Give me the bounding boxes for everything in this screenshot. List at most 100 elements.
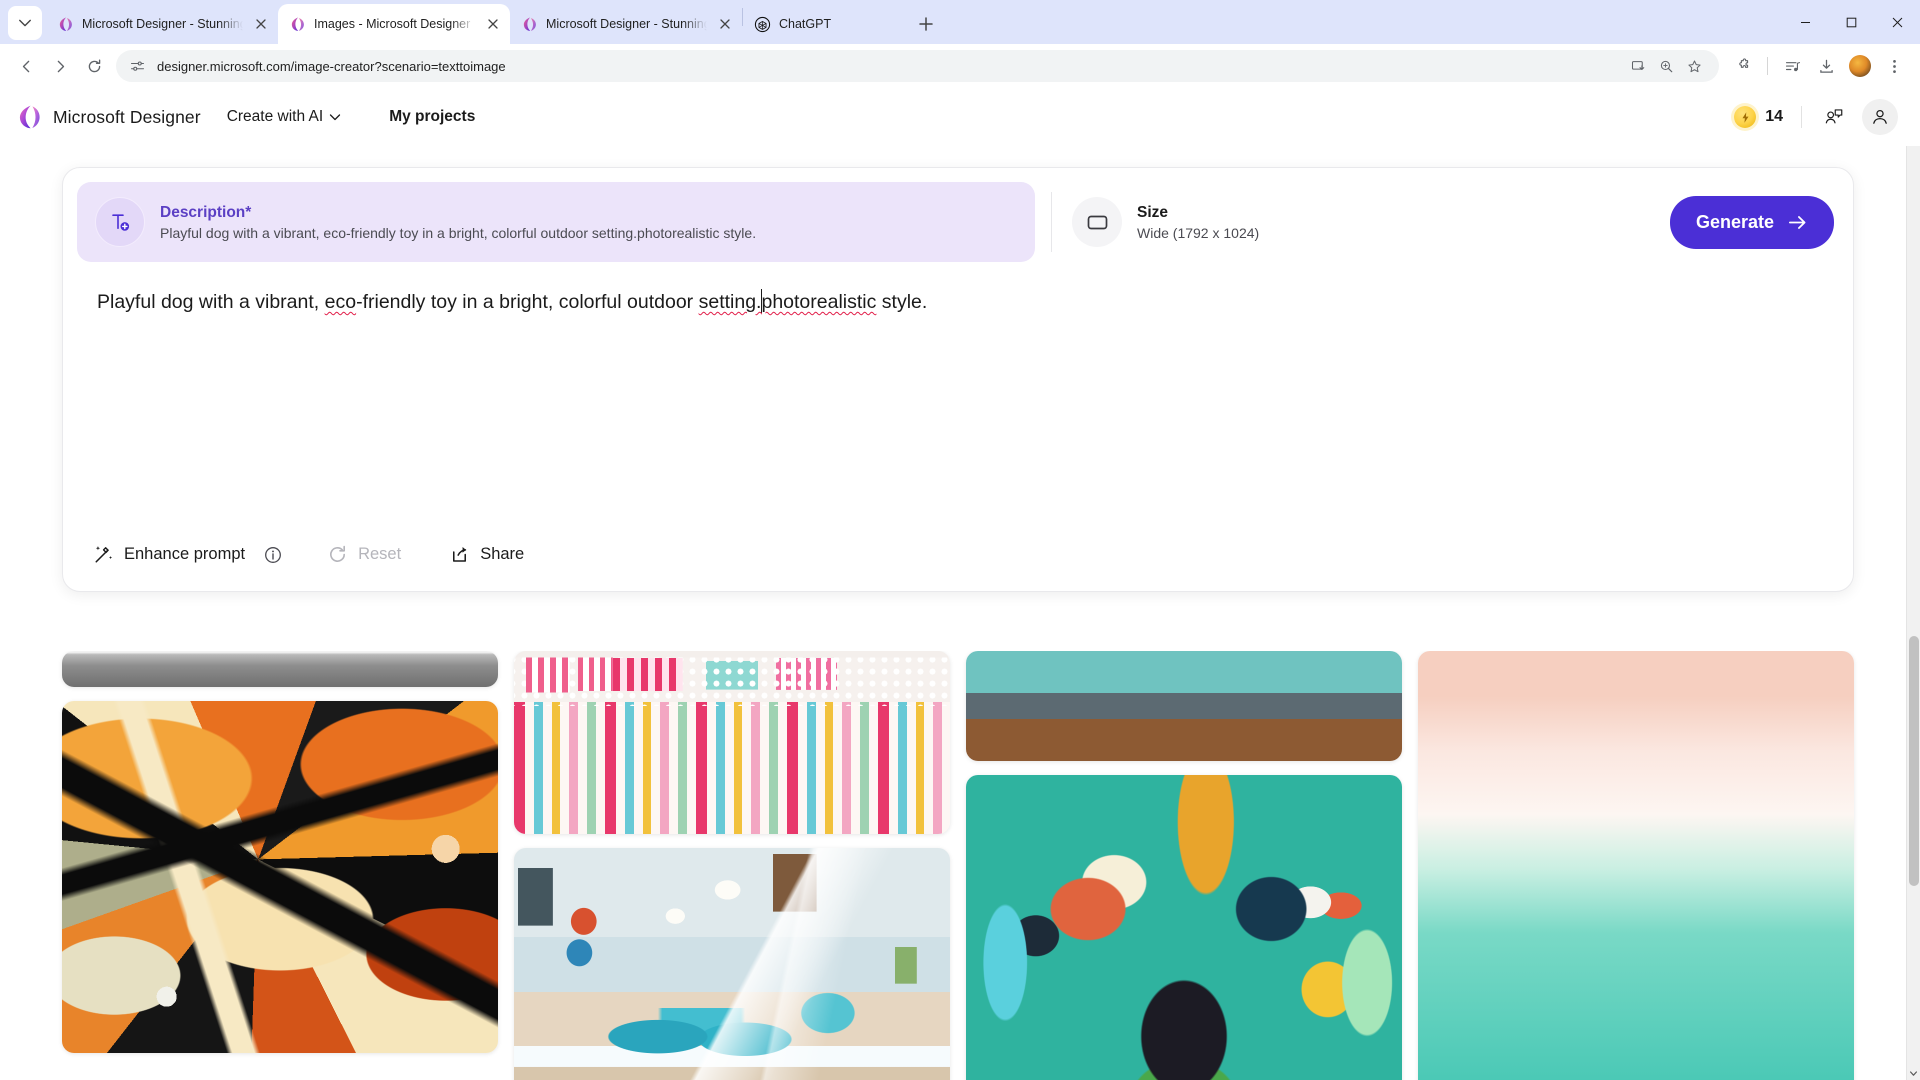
brand-name: Microsoft Designer [53,106,201,127]
close-icon[interactable] [251,15,270,34]
prompt-editor[interactable]: Playful dog with a vibrant, eco-friendly… [97,289,1831,519]
prompt-segment-1-misspelled: eco [324,291,357,313]
gallery-column-2 [514,651,950,1080]
zoom-search-icon[interactable] [1653,53,1679,79]
tune-icon[interactable] [126,55,148,77]
enhance-prompt-button[interactable]: Enhance prompt [83,536,255,573]
scroll-down-arrow[interactable] [1907,1066,1920,1080]
header-right: 14 [1734,99,1898,135]
new-tab-button[interactable] [911,9,941,39]
close-icon[interactable] [483,15,502,34]
description-text: Description* Playful dog with a vibrant,… [160,204,756,241]
browser-tabstrip: Microsoft Designer - Stunning Images - M… [0,0,1920,44]
browser-tab-2[interactable]: Images - Microsoft Designer [278,4,510,44]
reset-label: Reset [358,545,402,563]
panel-divider [1051,192,1052,252]
size-text: Size Wide (1792 x 1024) [1137,204,1259,241]
image-gallery [0,651,1906,1080]
magic-wand-icon [95,546,113,563]
coin-lightning-icon [1734,106,1757,128]
aspect-ratio-wide-icon [1072,197,1122,247]
close-icon[interactable] [715,15,734,34]
generate-button-label: Generate [1695,211,1774,232]
gallery-tile-scuba-diver-scene[interactable] [1418,651,1854,1080]
minimize-button[interactable] [1782,0,1828,44]
gallery-tile-home-gym-dumbbell[interactable] [514,848,950,1080]
info-circle-icon[interactable] [257,539,289,571]
gallery-tile-grey-card-partial[interactable] [62,651,498,687]
chevron-down-icon [19,19,31,27]
extensions-puzzle-icon[interactable] [1727,50,1759,82]
downloads-icon[interactable] [1810,50,1842,82]
window-controls [1782,0,1920,44]
browser-chrome: Microsoft Designer - Stunning Images - M… [0,0,1920,88]
size-block[interactable]: Size Wide (1792 x 1024) Generate [1072,182,1839,262]
close-window-button[interactable] [1874,0,1920,44]
plus-icon [919,17,933,31]
browser-tab-4[interactable]: ChatGPT [743,4,903,44]
nav-label: Create with AI [226,108,324,125]
page-scroll-area: Description* Playful dog with a vibrant,… [0,146,1906,1080]
install-app-icon[interactable] [1625,53,1651,79]
arrow-right-icon [1788,215,1806,229]
address-bar-actions [1625,53,1707,79]
chevron-down-icon [330,114,341,121]
reset-button[interactable]: Reset [317,536,411,573]
account-person-icon[interactable] [1862,99,1898,135]
share-icon [453,547,467,562]
gallery-tile-pastel-striped-gifts[interactable] [514,651,950,834]
size-value: Wide (1792 x 1024) [1137,224,1260,241]
description-label: Description* [160,203,252,221]
gallery-tile-tropical-birds-portrait[interactable] [966,775,1402,1080]
reset-refresh-icon [330,545,346,562]
app-header: Microsoft Designer Create with AI My pro… [0,88,1920,146]
share-button[interactable]: Share [439,536,534,573]
nav-my-projects[interactable]: My projects [379,101,485,133]
browser-tab-3[interactable]: Microsoft Designer - Stunning [510,4,742,44]
tab-title: Microsoft Designer - Stunning [546,17,707,31]
prompt-segment-0: Playful dog with a vibrant, [97,291,325,313]
tab-title: ChatGPT [779,17,832,31]
nav-create-with-ai[interactable]: Create with AI [217,101,352,133]
prompt-segment-5: style. [876,291,928,313]
designer-icon [289,16,306,33]
maximize-button[interactable] [1828,0,1874,44]
tab-search-button[interactable] [8,6,42,40]
credits-badge[interactable]: 14 [1734,106,1797,128]
generate-button[interactable]: Generate [1669,195,1834,249]
scrollbar-thumb[interactable] [1909,636,1919,886]
credit-count: 14 [1765,108,1783,125]
designer-icon [521,16,538,33]
vertical-scrollbar[interactable] [1906,88,1920,1080]
header-divider [1801,106,1802,128]
forward-arrow-icon[interactable] [44,50,76,82]
prompt-segment-2: -friendly toy in a bright, colorful outd… [356,291,699,313]
browser-tab-1[interactable]: Microsoft Designer - Stunning [46,4,278,44]
star-icon[interactable] [1681,53,1707,79]
reload-icon[interactable] [78,50,110,82]
three-dot-menu-icon[interactable] [1878,50,1910,82]
address-bar[interactable]: designer.microsoft.com/image-creator?sce… [116,50,1719,82]
designer-icon [57,16,74,33]
gallery-column-4 [1418,651,1854,1080]
prompt-actions: Enhance prompt Reset Share [83,536,534,573]
brand[interactable]: Microsoft Designer [16,104,201,130]
gallery-tile-abstract-cubist-art[interactable] [62,701,498,1053]
browser-toolbar: designer.microsoft.com/image-creator?sce… [0,44,1920,88]
size-label: Size [1137,203,1169,221]
gallery-column-1 [62,651,498,1080]
back-arrow-icon[interactable] [10,50,42,82]
media-music-icon[interactable] [1776,50,1808,82]
feedback-chat-icon[interactable] [1816,99,1852,135]
prompt-segment-4-misspelled: photorealistic [761,291,877,313]
prompt-panel-header: Description* Playful dog with a vibrant,… [77,182,1839,262]
gallery-tile-dumpling-kitchen-scene[interactable] [966,651,1402,761]
profile-avatar[interactable] [1844,50,1876,82]
page-content: Microsoft Designer Create with AI My pro… [0,88,1920,1080]
designer-logo-icon [16,104,42,130]
description-value: Playful dog with a vibrant, eco-friendly… [160,224,757,241]
tab-title: Microsoft Designer - Stunning [82,17,243,31]
gallery-column-3 [966,651,1402,1080]
share-label: Share [480,545,525,563]
description-block[interactable]: Description* Playful dog with a vibrant,… [77,182,1035,262]
